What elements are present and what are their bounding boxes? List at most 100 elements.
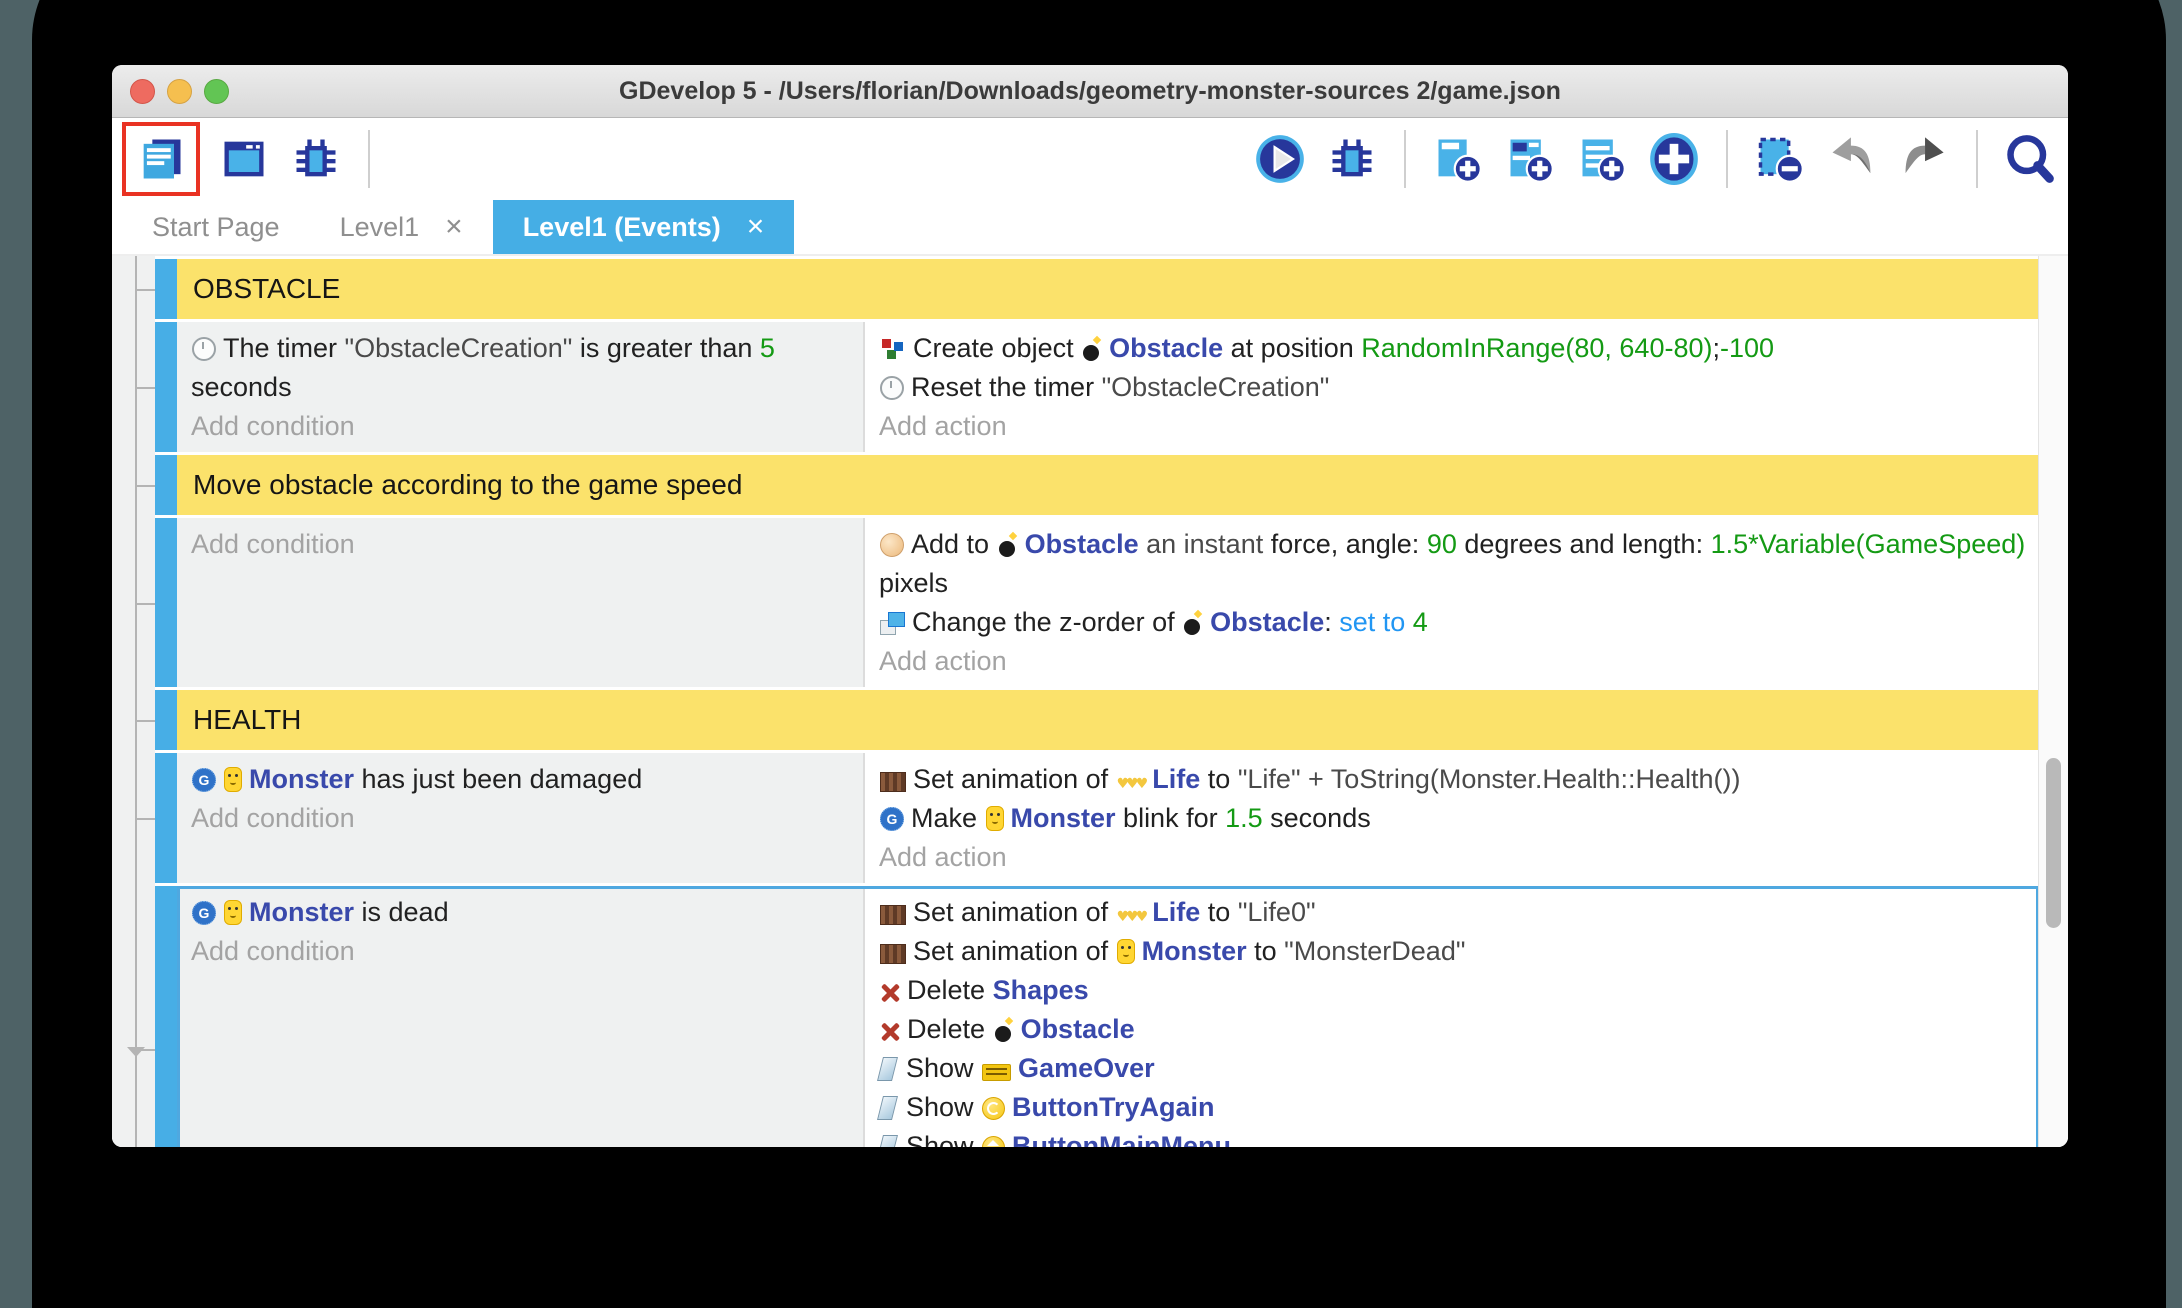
event-row: Monster is deadAdd condition Set animatio… [127, 886, 2039, 1147]
zoom-window-button[interactable] [204, 78, 229, 104]
condition-line[interactable]: Monster has just been damaged [191, 760, 851, 799]
bomb-icon [998, 533, 1018, 557]
add-action-button[interactable]: Add action [879, 407, 2027, 446]
desktop-background: GDevelop 5 - /Users/florian/Downloads/ge… [0, 0, 2182, 1308]
minimize-window-button[interactable] [167, 78, 192, 104]
timer-icon [880, 376, 904, 400]
toolbar-divider [1404, 130, 1406, 188]
events-rows: OBSTACLE The timer "ObstacleCreation" is … [127, 259, 2039, 1147]
comment-row: Move obstacle according to the game spee… [136, 455, 2039, 515]
anim-icon [880, 944, 906, 964]
toolbar-divider [368, 130, 370, 188]
add-subevent-icon[interactable] [1502, 131, 1558, 187]
add-circle-icon[interactable] [1646, 131, 1702, 187]
bomb-icon [994, 1018, 1014, 1042]
tab-bar: Start Page Level1 × Level1 (Events) × [112, 200, 2068, 256]
tryagain-icon [982, 1097, 1006, 1120]
actions-cell: Set animation of Life to "Life0"Set anim… [865, 886, 2039, 1147]
action-line[interactable]: Show ButtonTryAgain [877, 1088, 2027, 1127]
scrollbar-thumb[interactable] [2046, 758, 2061, 928]
action-line[interactable]: Delete Shapes [879, 971, 2027, 1010]
close-tab-icon[interactable]: × [747, 210, 765, 244]
life-icon [1117, 764, 1146, 784]
add-event-icon[interactable] [1430, 131, 1486, 187]
force-icon [880, 533, 904, 557]
add-comment-icon[interactable] [1574, 131, 1630, 187]
event-drag-strip[interactable] [155, 753, 177, 883]
action-line[interactable]: Make Monster blink for 1.5 seconds [879, 799, 2027, 838]
vertical-scrollbar[interactable] [2038, 256, 2068, 1147]
monster-icon [224, 767, 242, 792]
event-row: The timer "ObstacleCreation" is greater … [136, 322, 2039, 452]
redo-icon[interactable] [1896, 131, 1952, 187]
title-bar[interactable]: GDevelop 5 - /Users/florian/Downloads/ge… [112, 65, 2068, 118]
action-line[interactable]: Set animation of Monster to "MonsterDead… [879, 932, 2027, 971]
group-header-row: HEALTH [136, 690, 2039, 750]
play-icon[interactable] [1252, 131, 1308, 187]
debug-icon[interactable] [1324, 131, 1380, 187]
add-condition-button[interactable]: Add condition [191, 932, 851, 971]
search-icon[interactable] [2002, 131, 2058, 187]
comment-text[interactable]: Move obstacle according to the game spee… [177, 455, 2039, 515]
actions-cell: Set animation of Life to "Life" + ToStri… [865, 753, 2039, 883]
behavior-icon [192, 768, 216, 792]
zorder-icon [880, 612, 905, 635]
action-line[interactable]: Show ButtonMainMenu [877, 1127, 2027, 1147]
events-sheet-icon[interactable] [133, 131, 189, 187]
debugger-icon[interactable] [288, 131, 344, 187]
anim-icon [880, 905, 906, 925]
add-condition-button[interactable]: Add condition [191, 799, 851, 838]
action-line[interactable]: Show GameOver [877, 1049, 2027, 1088]
add-action-button[interactable]: Add action [879, 642, 2027, 681]
condition-line[interactable]: The timer "ObstacleCreation" is greater … [191, 329, 851, 407]
behavior-icon [192, 901, 216, 925]
event-drag-strip[interactable] [155, 886, 177, 1147]
event-drag-strip[interactable] [155, 455, 177, 515]
event-drag-strip[interactable] [155, 518, 177, 687]
close-window-button[interactable] [130, 78, 155, 104]
timer-icon [192, 337, 216, 361]
close-tab-icon[interactable]: × [445, 210, 463, 244]
anim-icon [880, 772, 906, 792]
delete-event-icon[interactable] [1752, 131, 1808, 187]
action-line[interactable]: Add to Obstacle an instant force, angle:… [879, 525, 2027, 603]
window-title: GDevelop 5 - /Users/florian/Downloads/ge… [619, 77, 1561, 105]
tab-start-page[interactable]: Start Page [122, 200, 310, 254]
gameover-icon [982, 1064, 1012, 1081]
action-line[interactable]: Set animation of Life to "Life0" [879, 893, 2027, 932]
main-toolbar [112, 118, 2068, 200]
action-line[interactable]: Change the z-order of Obstacle: set to 4 [879, 603, 2027, 642]
group-header-text[interactable]: OBSTACLE [177, 259, 2039, 319]
event-row: Monster has just been damagedAdd conditi… [136, 753, 2039, 883]
add-condition-button[interactable]: Add condition [191, 407, 851, 446]
condition-line[interactable]: Monster is dead [191, 893, 851, 932]
event-drag-strip[interactable] [155, 322, 177, 452]
action-line[interactable]: Reset the timer "ObstacleCreation" [879, 368, 2027, 407]
conditions-cell: Add condition [177, 518, 865, 687]
scene-editor-icon[interactable] [216, 131, 272, 187]
group-header-text[interactable]: HEALTH [177, 690, 2039, 750]
add-condition-button[interactable]: Add condition [191, 525, 851, 564]
events-editor-active-highlight [122, 122, 200, 196]
event-drag-strip[interactable] [155, 690, 177, 750]
action-line[interactable]: Set animation of Life to "Life" + ToStri… [879, 760, 2027, 799]
bomb-icon [1082, 337, 1102, 361]
tab-label: Level1 (Events) [522, 211, 721, 242]
undo-icon[interactable] [1824, 131, 1880, 187]
create-icon [880, 337, 906, 361]
monster-icon [985, 806, 1004, 831]
tab-label: Start Page [152, 211, 280, 242]
behavior-icon [880, 807, 904, 831]
events-gutter [112, 256, 155, 1147]
tab-level1[interactable]: Level1 × [310, 200, 493, 254]
action-line[interactable]: Create object Obstacle at position Rando… [879, 329, 2027, 368]
conditions-cell: Monster has just been damagedAdd conditi… [177, 753, 865, 883]
traffic-lights [130, 65, 229, 117]
actions-cell: Add to Obstacle an instant force, angle:… [865, 518, 2039, 687]
mainmenu-icon [982, 1136, 1006, 1147]
tab-level1-events[interactable]: Level1 (Events) × [492, 200, 795, 254]
action-line[interactable]: Delete Obstacle [879, 1010, 2027, 1049]
event-drag-strip[interactable] [155, 259, 177, 319]
events-sheet: OBSTACLE The timer "ObstacleCreation" is … [112, 256, 2068, 1147]
add-action-button[interactable]: Add action [879, 838, 2027, 877]
